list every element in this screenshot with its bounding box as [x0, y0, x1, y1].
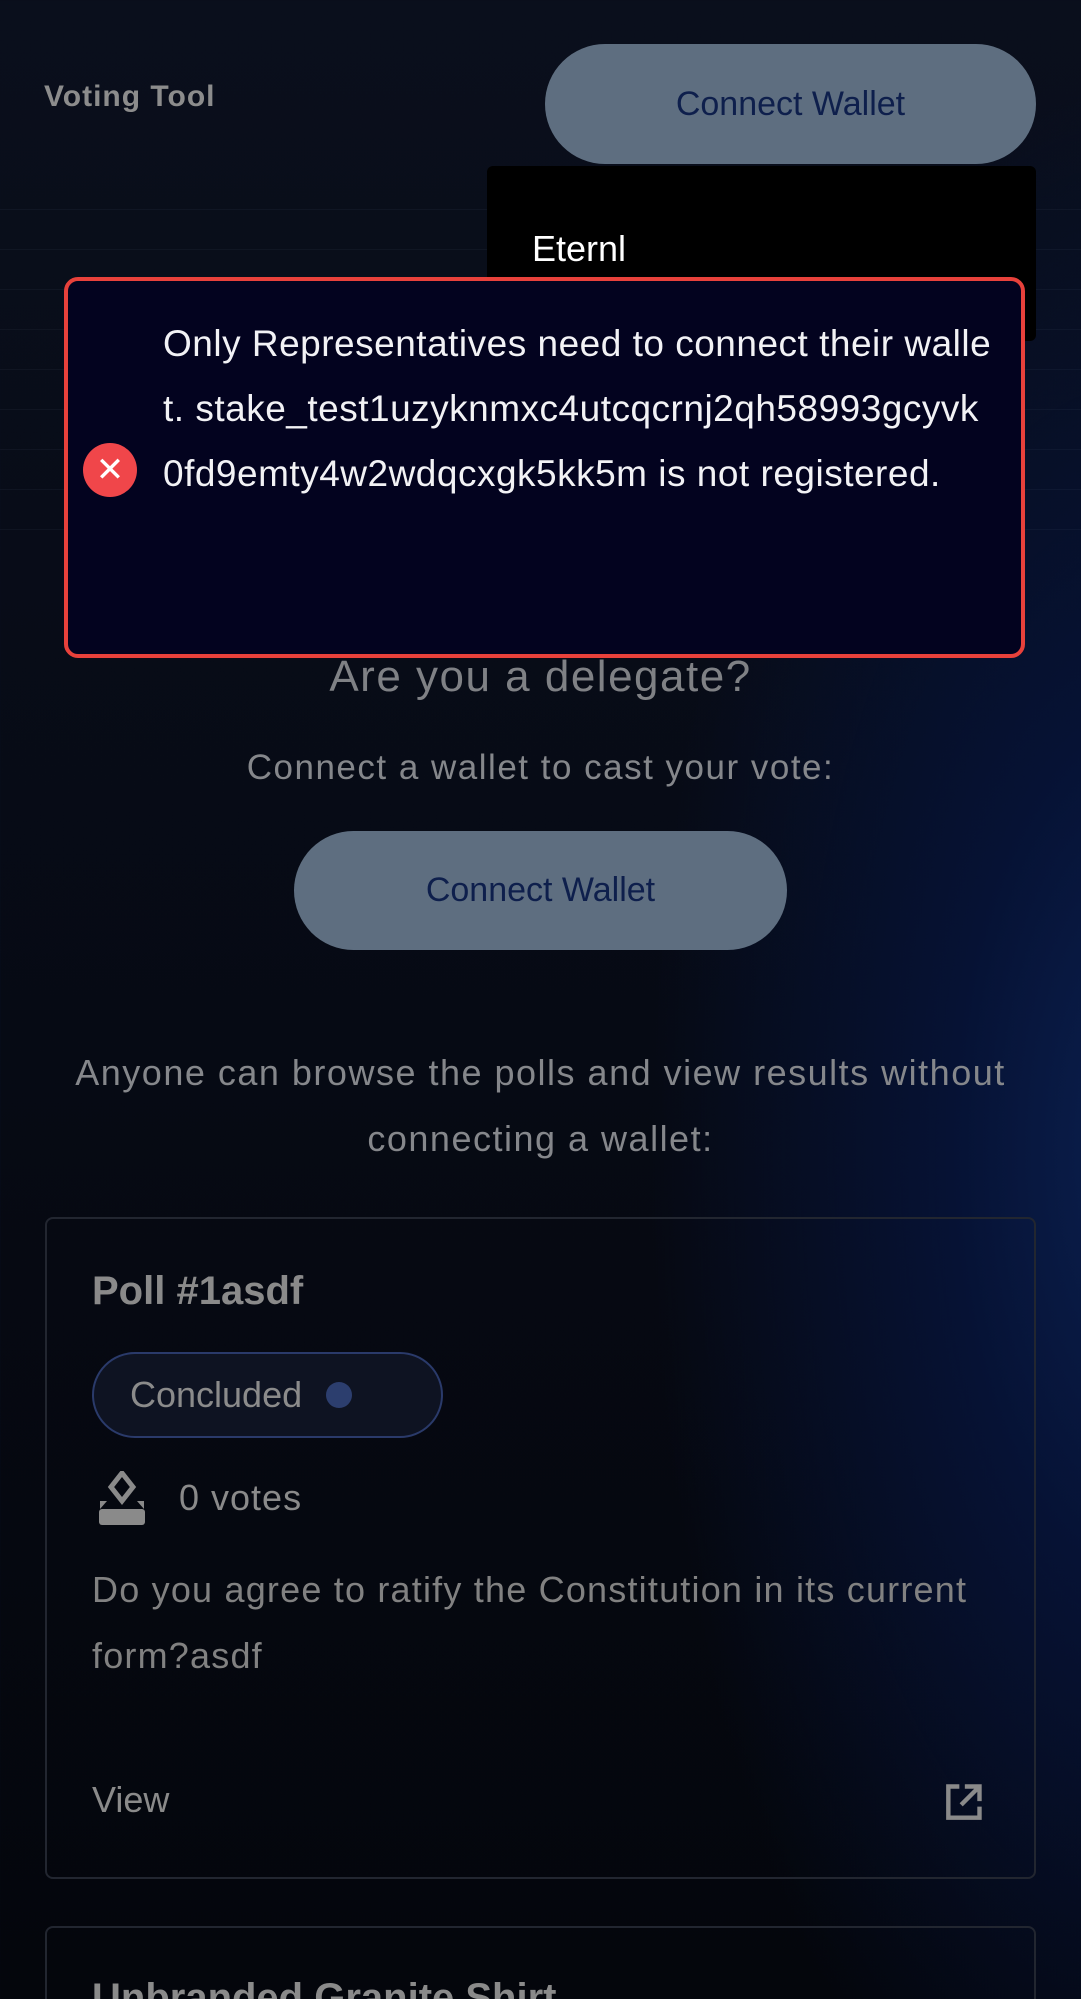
error-toast: ✕ Only Representatives need to connect t…: [64, 277, 1025, 658]
app-title: Voting Tool: [44, 80, 216, 113]
status-label: Concluded: [130, 1374, 303, 1415]
external-link-icon[interactable]: [941, 1781, 985, 1825]
connect-wallet-button[interactable]: Connect Wallet: [294, 831, 787, 950]
view-link[interactable]: View: [92, 1779, 169, 1821]
votes-label: 0 votes: [179, 1477, 303, 1518]
poll-card: Unbranded Granite Shirt: [45, 1926, 1036, 1999]
browse-text: Anyone can browse the polls and view res…: [75, 1052, 1006, 1159]
status-badge: Concluded: [92, 1352, 443, 1438]
error-x-icon: ✕: [83, 443, 137, 497]
poll-title: Unbranded Granite Shirt: [92, 1976, 557, 1999]
ballot-box-icon: [99, 1471, 145, 1525]
wallet-option-eternl[interactable]: Eternl: [532, 228, 626, 270]
poll-card: Poll #1asdf Concluded 0 votes Do you agr…: [45, 1217, 1036, 1879]
header-connect-wallet-button[interactable]: Connect Wallet: [545, 44, 1036, 164]
vote-count: 0 votes: [97, 1471, 302, 1525]
error-message: Only Representatives need to connect the…: [163, 323, 992, 494]
connect-subheading: Connect a wallet to cast your vote:: [246, 748, 835, 787]
poll-description: Do you agree to ratify the Constitution …: [92, 1569, 968, 1676]
status-dot-icon: [326, 1382, 353, 1408]
delegate-heading: Are you a delegate?: [329, 652, 752, 701]
poll-title: Poll #1asdf: [92, 1269, 304, 1313]
